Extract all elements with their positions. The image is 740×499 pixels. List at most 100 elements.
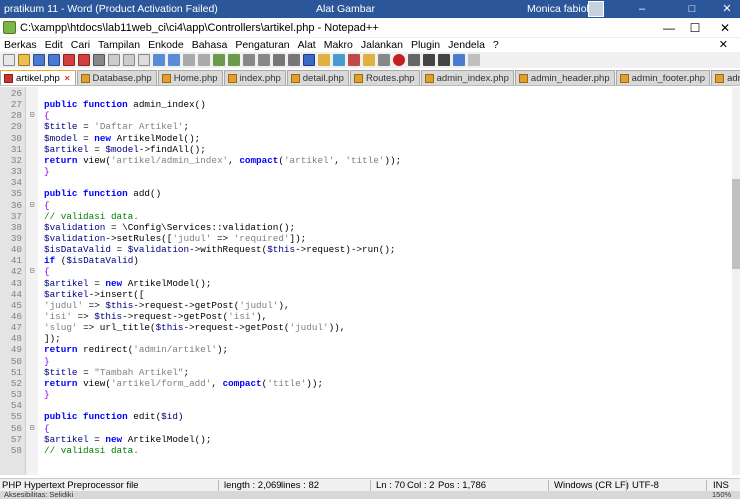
- stop-macro-icon[interactable]: [408, 54, 420, 66]
- drawing-tools-label[interactable]: Alat Gambar: [316, 3, 375, 15]
- zoom-level[interactable]: 150%: [712, 491, 731, 499]
- code-line[interactable]: 28 ⊟ {: [0, 110, 732, 121]
- tab-detail-php[interactable]: detail.php: [286, 70, 349, 85]
- tab-admin-footer-php[interactable]: admin_footer.php: [615, 70, 711, 85]
- menu-plugin[interactable]: Plugin: [411, 38, 440, 52]
- tab-database-php[interactable]: Database.php: [76, 70, 157, 85]
- menu-makro[interactable]: Makro: [324, 38, 353, 52]
- user-name[interactable]: Monica fabiola: [527, 3, 595, 15]
- menu-pengaturan[interactable]: Pengaturan: [235, 38, 289, 52]
- close-doc-icon[interactable]: ✕: [719, 38, 728, 52]
- accessibility-status[interactable]: Aksesibilitas: Selidiki: [4, 491, 73, 499]
- code-line[interactable]: 33}: [0, 166, 732, 177]
- undo-icon[interactable]: [153, 54, 165, 66]
- tab-admin-css[interactable]: admin.css: [711, 70, 740, 85]
- menu-enkode[interactable]: Enkode: [148, 38, 184, 52]
- code-line[interactable]: 51 $title = "Tambah Artikel";: [0, 367, 732, 378]
- record-macro-icon[interactable]: [393, 54, 405, 66]
- code-line[interactable]: 34: [0, 177, 732, 188]
- tab-admin-header-php[interactable]: admin_header.php: [514, 70, 615, 85]
- code-line[interactable]: 36 ⊟ {: [0, 200, 732, 211]
- code-line[interactable]: 31 $artikel = $model->findAll();: [0, 144, 732, 155]
- tab-close-icon[interactable]: ✕: [64, 74, 71, 83]
- zoom-in-icon[interactable]: [213, 54, 225, 66]
- scrollbar-thumb[interactable]: [732, 179, 740, 269]
- save-macro-icon[interactable]: [453, 54, 465, 66]
- code-editor[interactable]: 26 27 public function admin_index() 28 ⊟ {29 $…: [0, 87, 732, 475]
- menu-jendela[interactable]: Jendela: [448, 38, 485, 52]
- tab-artikel-php[interactable]: artikel.php ✕: [0, 70, 76, 85]
- close-file-icon[interactable]: [63, 54, 75, 66]
- tab-index-php[interactable]: index.php: [223, 70, 286, 85]
- maximize-button[interactable]: ☐: [686, 20, 704, 36]
- vertical-scrollbar[interactable]: [732, 87, 740, 475]
- menu-berkas[interactable]: Berkas: [4, 38, 37, 52]
- monitor-icon[interactable]: [378, 54, 390, 66]
- code-line[interactable]: 54: [0, 400, 732, 411]
- abc-icon[interactable]: [468, 54, 480, 66]
- find-icon[interactable]: [183, 54, 195, 66]
- word-minimize-button[interactable]: –: [634, 1, 650, 17]
- code-line[interactable]: 47 'slug' => url_title($this->request->ge…: [0, 322, 732, 333]
- code-line[interactable]: 42 ⊟ {: [0, 266, 732, 277]
- code-line[interactable]: 40 $isDataValid = $validation->withReques…: [0, 244, 732, 255]
- code-line[interactable]: 56 ⊟ {: [0, 423, 732, 434]
- code-line[interactable]: 45 'judul' => $this->request->getPost('ju…: [0, 300, 732, 311]
- word-restore-button[interactable]: □: [684, 1, 700, 17]
- code-line[interactable]: 29 $title = 'Daftar Artikel';: [0, 121, 732, 132]
- doc-map-icon[interactable]: [333, 54, 345, 66]
- redo-icon[interactable]: [168, 54, 180, 66]
- avatar[interactable]: [588, 1, 604, 17]
- fold-toggle-icon[interactable]: ⊟: [28, 111, 36, 120]
- code-line[interactable]: 39 $validation->setRules(['judul' => 'req…: [0, 233, 732, 244]
- menu-jalankan[interactable]: Jalankan: [361, 38, 403, 52]
- minimize-button[interactable]: —: [660, 20, 678, 36]
- play-macro-icon[interactable]: [423, 54, 435, 66]
- folder-workspace-icon[interactable]: [363, 54, 375, 66]
- code-line[interactable]: 26: [0, 88, 732, 99]
- code-line[interactable]: 41 if ($isDataValid): [0, 255, 732, 266]
- code-line[interactable]: 50}: [0, 356, 732, 367]
- save-icon[interactable]: [33, 54, 45, 66]
- code-line[interactable]: 43 $artikel = new ArtikelModel();: [0, 278, 732, 289]
- code-line[interactable]: 27 public function admin_index(): [0, 99, 732, 110]
- fold-toggle-icon[interactable]: ⊟: [28, 267, 36, 276]
- save-all-icon[interactable]: [48, 54, 60, 66]
- code-line[interactable]: 38 $validation = \Config\Services::valida…: [0, 222, 732, 233]
- word-close-button[interactable]: ✕: [719, 1, 735, 17]
- paste-icon[interactable]: [138, 54, 150, 66]
- copy-icon[interactable]: [123, 54, 135, 66]
- code-line[interactable]: 53}: [0, 389, 732, 400]
- sync-h-icon[interactable]: [258, 54, 270, 66]
- code-line[interactable]: 52 return view('artikel/form_add', compac…: [0, 378, 732, 389]
- function-list-icon[interactable]: [348, 54, 360, 66]
- fold-toggle-icon[interactable]: ⊟: [28, 424, 36, 433]
- new-file-icon[interactable]: [3, 54, 15, 66]
- code-line[interactable]: 58 // validasi data.: [0, 445, 732, 456]
- tab-admin-index-php[interactable]: admin_index.php: [420, 70, 514, 85]
- wrap-icon[interactable]: [273, 54, 285, 66]
- all-chars-icon[interactable]: [288, 54, 300, 66]
- code-line[interactable]: 49 return redirect('admin/artikel');: [0, 344, 732, 355]
- close-button[interactable]: ✕: [716, 20, 734, 36]
- zoom-out-icon[interactable]: [228, 54, 240, 66]
- code-line[interactable]: 46 'isi' => $this->request->getPost('isi'…: [0, 311, 732, 322]
- indent-guide-icon[interactable]: [303, 54, 315, 66]
- print-icon[interactable]: [93, 54, 105, 66]
- cut-icon[interactable]: [108, 54, 120, 66]
- code-line[interactable]: 55 public function edit($id): [0, 411, 732, 422]
- code-line[interactable]: 30 $model = new ArtikelModel();: [0, 133, 732, 144]
- play-multi-icon[interactable]: [438, 54, 450, 66]
- udl-icon[interactable]: [318, 54, 330, 66]
- code-line[interactable]: 44 $artikel->insert([: [0, 289, 732, 300]
- menu-tampilan[interactable]: Tampilan: [98, 38, 140, 52]
- open-file-icon[interactable]: [18, 54, 30, 66]
- menu-cari[interactable]: Cari: [71, 38, 90, 52]
- replace-icon[interactable]: [198, 54, 210, 66]
- tab-home-php[interactable]: Home.php: [157, 70, 223, 85]
- menu-help[interactable]: ?: [493, 38, 499, 52]
- sync-v-icon[interactable]: [243, 54, 255, 66]
- code-line[interactable]: 32 return view('artikel/admin_index', com…: [0, 155, 732, 166]
- code-line[interactable]: 37 // validasi data.: [0, 211, 732, 222]
- code-line[interactable]: 48]);: [0, 333, 732, 344]
